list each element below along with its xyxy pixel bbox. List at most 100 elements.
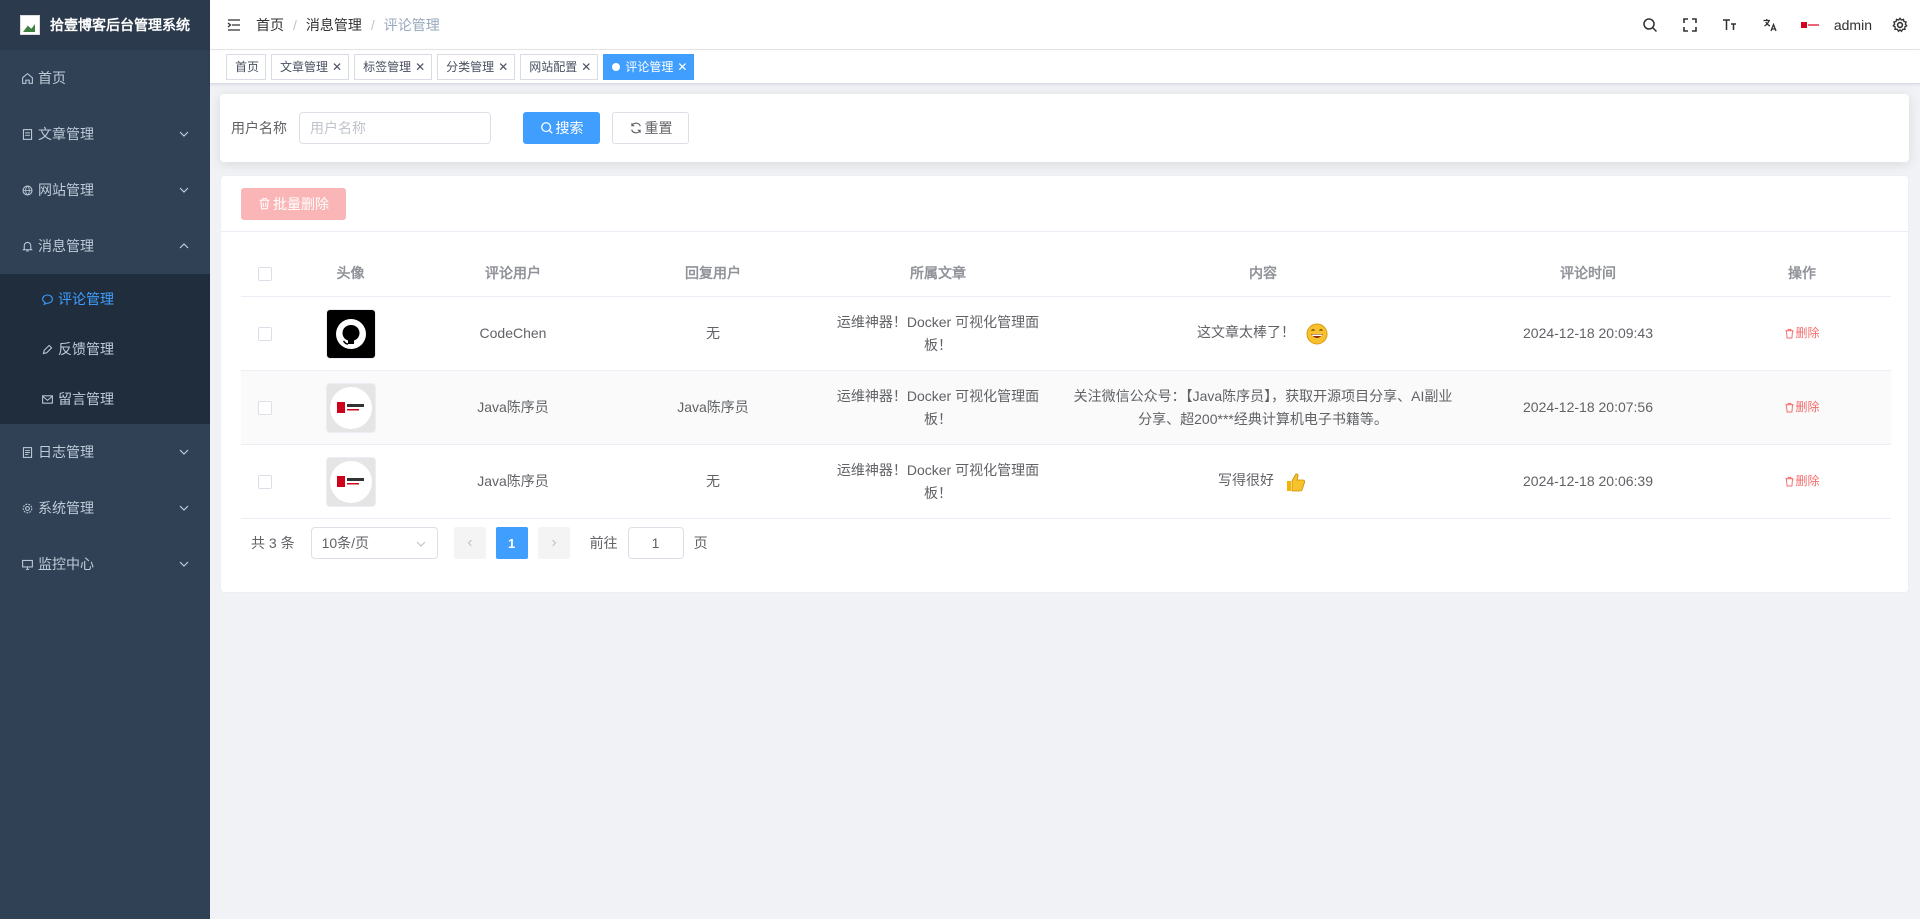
sidebar-item-label: 消息管理 [38,238,94,254]
close-icon[interactable]: ✕ [415,60,425,74]
page-number-current[interactable]: 1 [495,527,528,559]
comment-time: 2024-12-18 20:09:43 [1523,325,1653,341]
sidebar-item-feedback[interactable]: 反馈管理 [0,324,210,374]
page-size-value: 10条/页 [321,535,370,551]
breadcrumb: 首页 / 消息管理 / 评论管理 [256,15,440,35]
username[interactable]: admin [1834,17,1872,33]
app-title: 拾壹博客后台管理系统 [50,17,190,33]
column-header: 内容 [1249,265,1277,281]
fullscreen-icon[interactable] [1670,0,1710,50]
username-filter-input[interactable] [299,112,491,144]
chevron-down-icon [179,187,189,193]
delete-label: 删除 [1795,473,1820,488]
java-avatar [325,382,376,433]
row-checkbox[interactable] [257,326,272,341]
delete-button[interactable]: 删除 [1784,470,1820,493]
monitor-icon [20,557,34,571]
comment-icon [40,292,54,306]
search-icon [540,122,553,134]
article-title: 运维神器！Docker 可视化管理面板！ [836,313,1040,353]
goto-page-input[interactable] [627,527,684,559]
java-avatar [325,456,376,507]
page-size-select[interactable]: 10条/页 [310,527,438,559]
column-header: 操作 [1788,265,1816,281]
tag-tags[interactable]: 标签管理 ✕ [354,53,433,80]
comments-table: 头像 评论用户 回复用户 所属文章 内容 评论时间 操作 CodeChen 无 … [241,251,1891,519]
breadcrumb-item-current: 评论管理 [383,16,440,33]
chevron-down-icon [179,561,189,567]
comment-content: 关注微信公众号：【Java陈序员】，获取开源项目分享、AI副业分享、超200**… [1073,387,1453,427]
sidebar-item-logs[interactable]: 日志管理 [0,424,210,480]
close-icon[interactable]: ✕ [332,60,342,74]
sidebar-item-website[interactable]: 网站管理 [0,162,210,218]
breadcrumb-item-home[interactable]: 首页 [256,15,284,35]
comment-content: 这文章太棒了！ [1197,324,1296,341]
reset-button[interactable]: 重置 [612,112,689,144]
tag-label: 网站配置 [529,60,578,74]
goto-label: 前往 [589,535,618,551]
settings-gear-icon[interactable] [1888,0,1912,50]
delete-button[interactable]: 删除 [1784,322,1820,345]
fold-menu-icon[interactable] [226,17,242,33]
sidebar-item-label: 网站管理 [38,182,94,198]
translate-icon[interactable] [1750,0,1790,50]
prev-page-button[interactable] [453,527,486,559]
sidebar-item-system[interactable]: 系统管理 [0,480,210,536]
navbar: 首页 / 消息管理 / 评论管理 admin [210,0,1920,50]
tag-site-config[interactable]: 网站配置 ✕ [520,53,599,80]
delete-button[interactable]: 删除 [1784,396,1820,419]
sidebar-item-comments[interactable]: 评论管理 [0,274,210,324]
website-icon [20,183,34,197]
chevron-down-icon [416,541,426,547]
avatar[interactable] [1790,0,1830,50]
close-icon[interactable]: ✕ [498,60,508,74]
sidebar-item-messages[interactable]: 消息管理 [0,218,210,274]
chevron-down-icon [179,131,189,137]
search-button-label: 搜索 [555,120,584,136]
table-row: Java陈序员 Java陈序员 运维神器！Docker 可视化管理面板！ 关注微… [241,371,1891,445]
comment-content-cell: 这文章太棒了！ [1063,321,1463,345]
username-filter-label: 用户名称 [231,120,287,136]
sidebar-item-articles[interactable]: 文章管理 [0,106,210,162]
breadcrumb-item-messages[interactable]: 消息管理 [306,15,362,35]
font-size-icon[interactable] [1710,0,1750,50]
github-avatar [325,308,376,359]
document-icon [20,127,34,141]
trash-icon [1785,328,1795,338]
gear-icon [20,501,34,515]
row-checkbox[interactable] [257,474,272,489]
page-unit-label: 页 [693,535,708,551]
tag-categories[interactable]: 分类管理 ✕ [437,53,516,80]
sidebar-item-guestbook[interactable]: 留言管理 [0,374,210,424]
logo[interactable]: 拾壹博客后台管理系统 [0,0,210,50]
comment-time: 2024-12-18 20:07:56 [1523,399,1653,415]
tag-comments[interactable]: 评论管理 ✕ [603,53,695,80]
search-icon[interactable] [1630,0,1670,50]
comment-user: Java陈序员 [477,399,549,415]
sidebar-item-home[interactable]: 首页 [0,50,210,106]
comments-card: 批量删除 头像 评论用户 回复用户 所属文章 内容 评论时间 操作 CodeCh… [220,175,1909,593]
tag-home[interactable]: 首页 [226,53,267,80]
comment-time: 2024-12-18 20:06:39 [1523,473,1653,489]
logo-image [20,15,40,35]
batch-delete-button[interactable]: 批量删除 [241,187,346,220]
chevron-down-icon [179,505,189,511]
sidebar-item-label: 留言管理 [58,391,114,407]
sidebar-item-label: 文章管理 [38,126,94,142]
reply-user: Java陈序员 [677,399,749,415]
close-icon[interactable]: ✕ [581,60,591,74]
comment-content: 写得很好 [1218,472,1275,489]
next-page-button[interactable] [537,527,570,559]
sidebar-item-label: 监控中心 [38,556,94,572]
select-all-checkbox[interactable] [257,266,272,281]
close-icon[interactable]: ✕ [677,60,687,74]
tag-articles[interactable]: 文章管理 ✕ [271,53,350,80]
sidebar-item-monitor[interactable]: 监控中心 [0,536,210,592]
tag-label: 标签管理 [363,60,412,74]
search-button[interactable]: 搜索 [523,112,600,144]
batch-delete-label: 批量删除 [273,195,329,212]
table-row: Java陈序员 无 运维神器！Docker 可视化管理面板！ 写得很好 2024… [241,445,1891,519]
tag-label: 文章管理 [280,60,329,74]
navbar-right: admin [1630,0,1920,50]
row-checkbox[interactable] [257,400,272,415]
